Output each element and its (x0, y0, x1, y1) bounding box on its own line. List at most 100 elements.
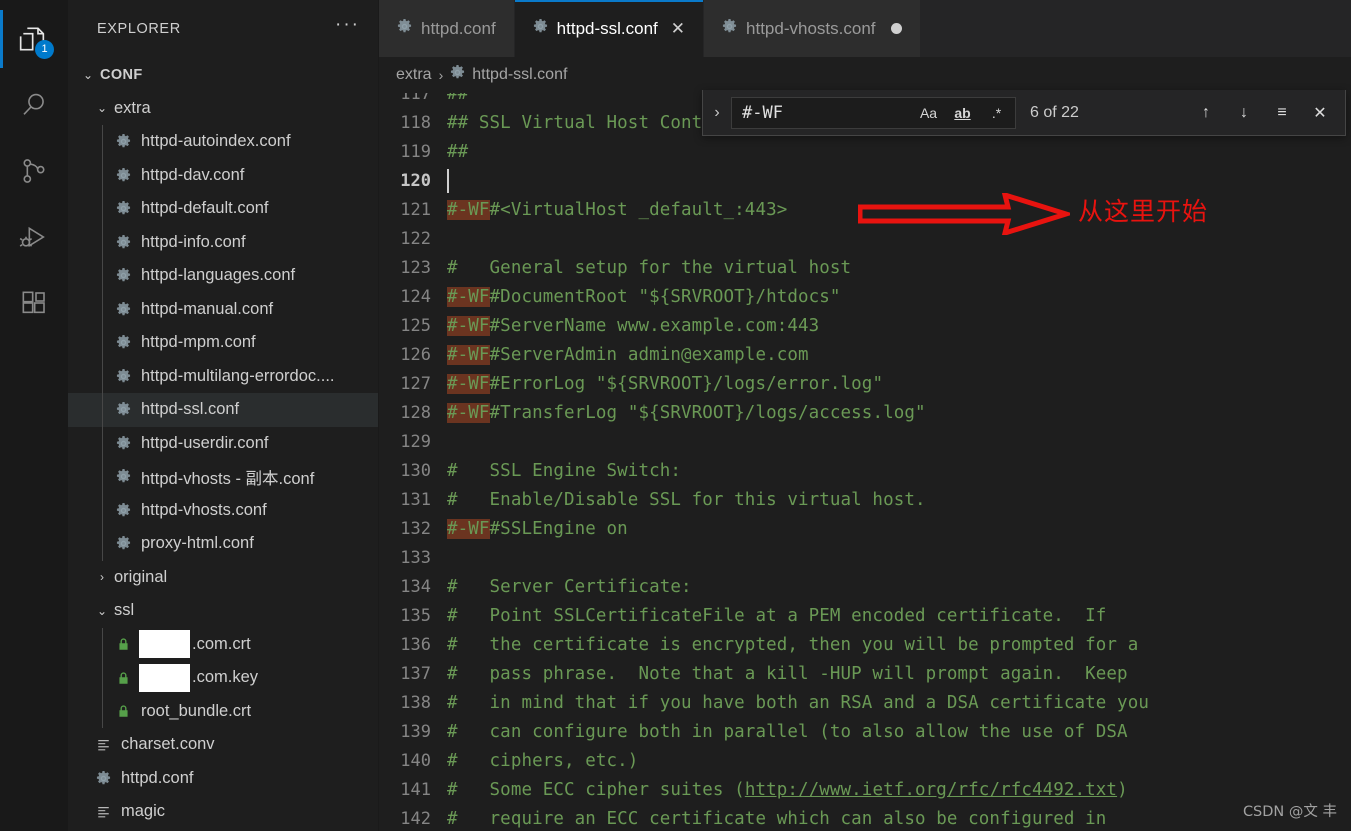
gear-icon (112, 134, 134, 149)
code-line: 135 # Point SSLCertificateFile at a PEM … (379, 601, 1351, 630)
line-text-suffix: ) (1117, 779, 1128, 800)
tree-item-label: httpd-userdir.conf (141, 433, 269, 452)
code-line: 132 #-WF#SSLEngine on (379, 514, 1351, 543)
gear-icon (112, 335, 134, 350)
match-case-icon[interactable]: Aa (916, 101, 941, 124)
find-match-highlight: #-WF (447, 373, 490, 394)
vscode-window: 1 EXPLORER ··· ⌄ CONF ⌄ extra httpd-auto… (0, 0, 1351, 831)
gear-icon (112, 469, 134, 484)
redacted-filename-block (139, 663, 190, 692)
editor-group: httpd.conf httpd-ssl.conf ✕ httpd-vhosts… (379, 0, 1351, 831)
sidebar-more-actions-icon[interactable]: ··· (335, 15, 360, 38)
tree-file-charset-conv[interactable]: charset.conv (68, 728, 378, 762)
tree-item-label: httpd-manual.conf (141, 299, 274, 318)
line-number: 118 (400, 112, 431, 133)
line-number: 122 (400, 228, 431, 249)
tab-close-icon[interactable]: ✕ (671, 19, 685, 39)
tree-file-httpd-mpm[interactable]: httpd-mpm.conf (68, 326, 378, 360)
find-actions: ↑ ↓ ≡ ✕ (1195, 102, 1345, 124)
tree-file-httpd-userdir[interactable]: httpd-userdir.conf (68, 426, 378, 460)
tree-file-httpd-multilang-errordoc[interactable]: httpd-multilang-errordoc.... (68, 359, 378, 393)
tree-file-httpd-manual[interactable]: httpd-manual.conf (68, 292, 378, 326)
lock-icon (112, 703, 134, 719)
previous-match-icon[interactable]: ↑ (1195, 102, 1217, 124)
line-text: #SSLEngine on (489, 518, 628, 539)
tree-file-cert-crt[interactable]: .com.crt (68, 627, 378, 661)
code-line-active: 120 (379, 166, 1351, 195)
tree-item-label: original (114, 567, 168, 586)
tree-file-cert-key[interactable]: .com.key (68, 661, 378, 695)
line-text: # ciphers, etc.) (447, 750, 639, 771)
line-text-prefix: # Some ECC cipher suites ( (447, 779, 745, 800)
tab-httpd-vhosts-conf[interactable]: httpd-vhosts.conf (704, 0, 921, 57)
tab-httpd-conf[interactable]: httpd.conf (379, 0, 515, 57)
tree-file-httpd-ssl-selected[interactable]: httpd-ssl.conf (68, 393, 378, 427)
line-text: #DocumentRoot "${SRVROOT}/htdocs" (489, 286, 841, 307)
tree-file-httpd-languages[interactable]: httpd-languages.conf (68, 259, 378, 293)
line-number: 127 (400, 373, 431, 394)
tree-file-httpd-conf[interactable]: httpd.conf (68, 762, 378, 796)
line-text: ## SSL Virtual Host Context (447, 112, 735, 133)
search-icon (23, 93, 44, 115)
activity-item-run-and-debug[interactable] (0, 204, 68, 270)
tree-folder-extra[interactable]: ⌄ extra (68, 92, 378, 126)
text-cursor (447, 168, 449, 193)
code-line: 133 (379, 543, 1351, 572)
regex-icon[interactable]: .* (984, 101, 1009, 124)
activity-item-search[interactable] (0, 72, 68, 138)
tree-file-httpd-vhosts[interactable]: httpd-vhosts.conf (68, 493, 378, 527)
tree-file-root-bundle-crt[interactable]: root_bundle.crt (68, 694, 378, 728)
tree-file-magic[interactable]: magic (68, 795, 378, 829)
tree-item-label: httpd.conf (121, 768, 194, 787)
source-control-icon (23, 159, 45, 183)
chevron-right-icon: › (438, 67, 444, 83)
find-in-selection-icon[interactable]: ≡ (1271, 102, 1293, 124)
line-number: 128 (400, 402, 431, 423)
tree-file-httpd-vhosts-copy[interactable]: httpd-vhosts - 副本.conf (68, 460, 378, 494)
breadcrumb-folder[interactable]: extra (396, 66, 432, 84)
line-text: ## (447, 93, 469, 104)
close-find-icon[interactable]: ✕ (1309, 102, 1331, 124)
tree-item-label: httpd-vhosts.conf (141, 500, 267, 519)
next-match-icon[interactable]: ↓ (1233, 102, 1255, 124)
breadcrumb-file[interactable]: httpd-ssl.conf (472, 66, 567, 84)
tree-file-proxy-html[interactable]: proxy-html.conf (68, 527, 378, 561)
activity-item-extensions[interactable] (0, 270, 68, 336)
breadcrumb: extra › httpd-ssl.conf (379, 57, 1351, 93)
line-number: 142 (400, 808, 431, 829)
line-text: # Enable/Disable SSL for this virtual ho… (447, 489, 926, 510)
lock-icon (112, 670, 134, 686)
code-line: 130 # SSL Engine Switch: (379, 456, 1351, 485)
activity-item-source-control[interactable] (0, 138, 68, 204)
tab-dirty-indicator[interactable] (890, 23, 902, 34)
code-link[interactable]: http://www.ietf.org/rfc/rfc4492.txt (745, 780, 1117, 800)
tree-file-httpd-autoindex[interactable]: httpd-autoindex.conf (68, 125, 378, 159)
sidebar-title: EXPLORER (97, 21, 181, 37)
line-number: 117 (400, 93, 431, 104)
line-text: # require an ECC certificate which can a… (447, 808, 1107, 829)
tree-item-label: magic (121, 802, 166, 821)
find-input[interactable]: #-WF (742, 103, 916, 123)
chevron-down-icon: ⌄ (82, 67, 94, 82)
line-text: # Point SSLCertificateFile at a PEM enco… (447, 605, 1107, 626)
activity-item-explorer[interactable]: 1 (0, 6, 68, 72)
tree-item-label: .com.crt (192, 634, 251, 653)
tree-file-httpd-info[interactable]: httpd-info.conf (68, 225, 378, 259)
line-number: 124 (400, 286, 431, 307)
tab-httpd-ssl-conf[interactable]: httpd-ssl.conf ✕ (514, 0, 705, 57)
tree-item-label: extra (114, 98, 151, 117)
find-options: Aa ab .* (916, 101, 1009, 124)
toggle-replace-icon[interactable]: › (703, 104, 731, 122)
line-number: 137 (400, 663, 431, 684)
line-text: # General setup for the virtual host (447, 257, 852, 278)
whole-word-icon[interactable]: ab (950, 101, 975, 124)
tree-folder-ssl[interactable]: ⌄ ssl (68, 594, 378, 628)
find-input-wrapper[interactable]: #-WF Aa ab .* (731, 96, 1016, 129)
line-number: 119 (400, 141, 431, 162)
tree-root-conf[interactable]: ⌄ CONF (68, 58, 378, 92)
gear-icon (112, 301, 134, 317)
tree-item-label: ssl (114, 601, 135, 620)
tree-file-httpd-default[interactable]: httpd-default.conf (68, 192, 378, 226)
tree-file-httpd-dav[interactable]: httpd-dav.conf (68, 158, 378, 192)
tree-folder-original[interactable]: › original (68, 561, 378, 595)
